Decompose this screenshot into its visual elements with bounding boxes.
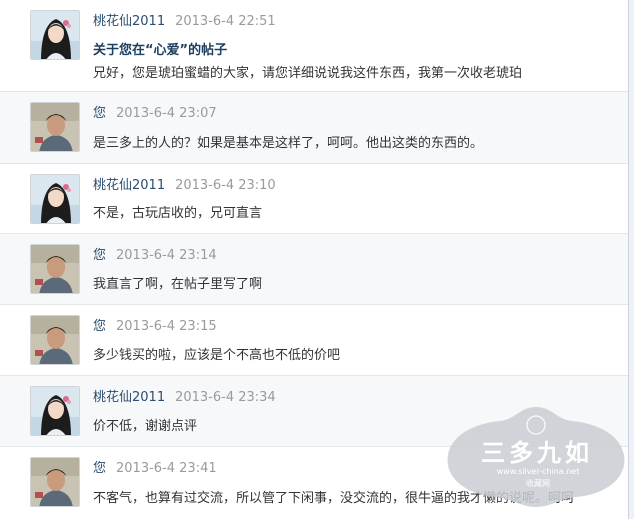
author-name[interactable]: 您	[93, 106, 106, 121]
message-text: 不是，古玩店收的，兄可直言	[93, 206, 263, 221]
message-header: 桃花仙2011 2013-6-4 22:51	[93, 14, 276, 30]
message-time: 2013-6-4 23:14	[116, 248, 217, 263]
message-header: 您 2013-6-4 23:41	[93, 461, 217, 477]
author-name[interactable]: 您	[93, 248, 106, 263]
author-name[interactable]: 您	[93, 461, 106, 476]
message-text: 价不低，谢谢点评	[93, 419, 198, 434]
message-time: 2013-6-4 23:41	[116, 461, 217, 476]
female-avatar[interactable]	[30, 174, 80, 224]
male-avatar[interactable]	[30, 244, 80, 294]
message-text: 不客气，也算有过交流，所以管了下闲事，没交流的，很牛逼的我才懒的说呢。呵呵	[93, 491, 575, 506]
message-time: 2013-6-4 23:07	[116, 106, 217, 121]
message-header: 桃花仙2011 2013-6-4 23:34	[93, 390, 276, 406]
message-item: 桃花仙2011 2013-6-4 23:10 不是，古玩店收的，兄可直言	[0, 164, 628, 234]
message-item: 桃花仙2011 2013-6-4 22:51 关于您在“心爱”的帖子 兄好，您是琥…	[0, 0, 628, 92]
message-text: 多少钱买的啦，应该是个不高也不低的价吧	[93, 348, 341, 363]
message-item: 您 2013-6-4 23:07 是三多上的人的？如果是基本是这样了，呵呵。他出这…	[0, 92, 628, 164]
female-avatar[interactable]	[30, 386, 80, 436]
message-item: 您 2013-6-4 23:41 不客气，也算有过交流，所以管了下闲事，没交流的，…	[0, 447, 628, 519]
author-name[interactable]: 桃花仙2011	[93, 390, 165, 405]
female-avatar[interactable]	[30, 10, 80, 60]
message-header: 您 2013-6-4 23:15	[93, 319, 217, 335]
window-edge	[628, 0, 634, 519]
author-name[interactable]: 桃花仙2011	[93, 14, 165, 29]
author-name[interactable]: 桃花仙2011	[93, 178, 165, 193]
male-avatar[interactable]	[30, 102, 80, 152]
message-item: 桃花仙2011 2013-6-4 23:34 价不低，谢谢点评	[0, 376, 628, 447]
message-header: 您 2013-6-4 23:07	[93, 106, 217, 122]
message-time: 2013-6-4 23:15	[116, 319, 217, 334]
message-header: 桃花仙2011 2013-6-4 23:10	[93, 178, 276, 194]
message-text: 我直言了啊，在帖子里写了啊	[93, 277, 263, 292]
message-item: 您 2013-6-4 23:15 多少钱买的啦，应该是个不高也不低的价吧	[0, 305, 628, 376]
message-text: 兄好，您是琥珀蜜蜡的大家，请您详细说说我这件东西，我第一次收老琥珀	[93, 66, 523, 81]
author-name[interactable]: 您	[93, 319, 106, 334]
message-text: 是三多上的人的？如果是基本是这样了，呵呵。他出这类的东西的。	[93, 136, 484, 151]
message-item: 您 2013-6-4 23:14 我直言了啊，在帖子里写了啊	[0, 234, 628, 305]
male-avatar[interactable]	[30, 315, 80, 365]
message-time: 2013-6-4 22:51	[175, 14, 276, 29]
message-subject[interactable]: 关于您在“心爱”的帖子	[93, 43, 227, 59]
message-time: 2013-6-4 23:34	[175, 390, 276, 405]
message-thread: 桃花仙2011 2013-6-4 22:51 关于您在“心爱”的帖子 兄好，您是琥…	[0, 0, 628, 519]
message-header: 您 2013-6-4 23:14	[93, 248, 217, 264]
male-avatar[interactable]	[30, 457, 80, 507]
message-time: 2013-6-4 23:10	[175, 178, 276, 193]
